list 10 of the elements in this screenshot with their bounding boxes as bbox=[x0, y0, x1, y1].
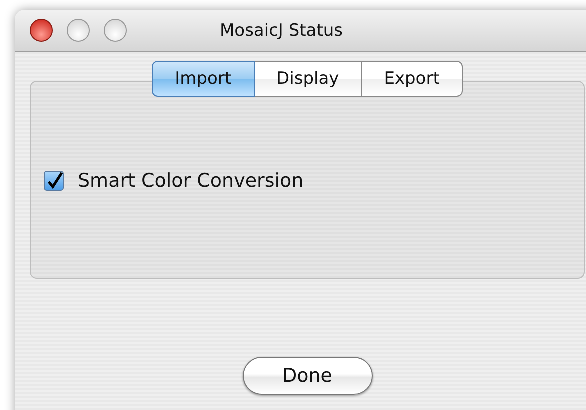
tab[interactable]: Display bbox=[254, 61, 362, 97]
tab[interactable]: Import bbox=[152, 61, 255, 97]
zoom-button[interactable] bbox=[104, 19, 127, 42]
done-button[interactable]: Done bbox=[242, 357, 372, 395]
close-button[interactable] bbox=[30, 19, 53, 42]
checkbox-label[interactable]: Smart Color Conversion bbox=[78, 170, 304, 192]
window-title: MosaicJ Status bbox=[220, 20, 344, 40]
tab[interactable]: Export bbox=[362, 61, 463, 97]
minimize-button[interactable] bbox=[67, 19, 90, 42]
checkbox[interactable] bbox=[44, 171, 64, 191]
